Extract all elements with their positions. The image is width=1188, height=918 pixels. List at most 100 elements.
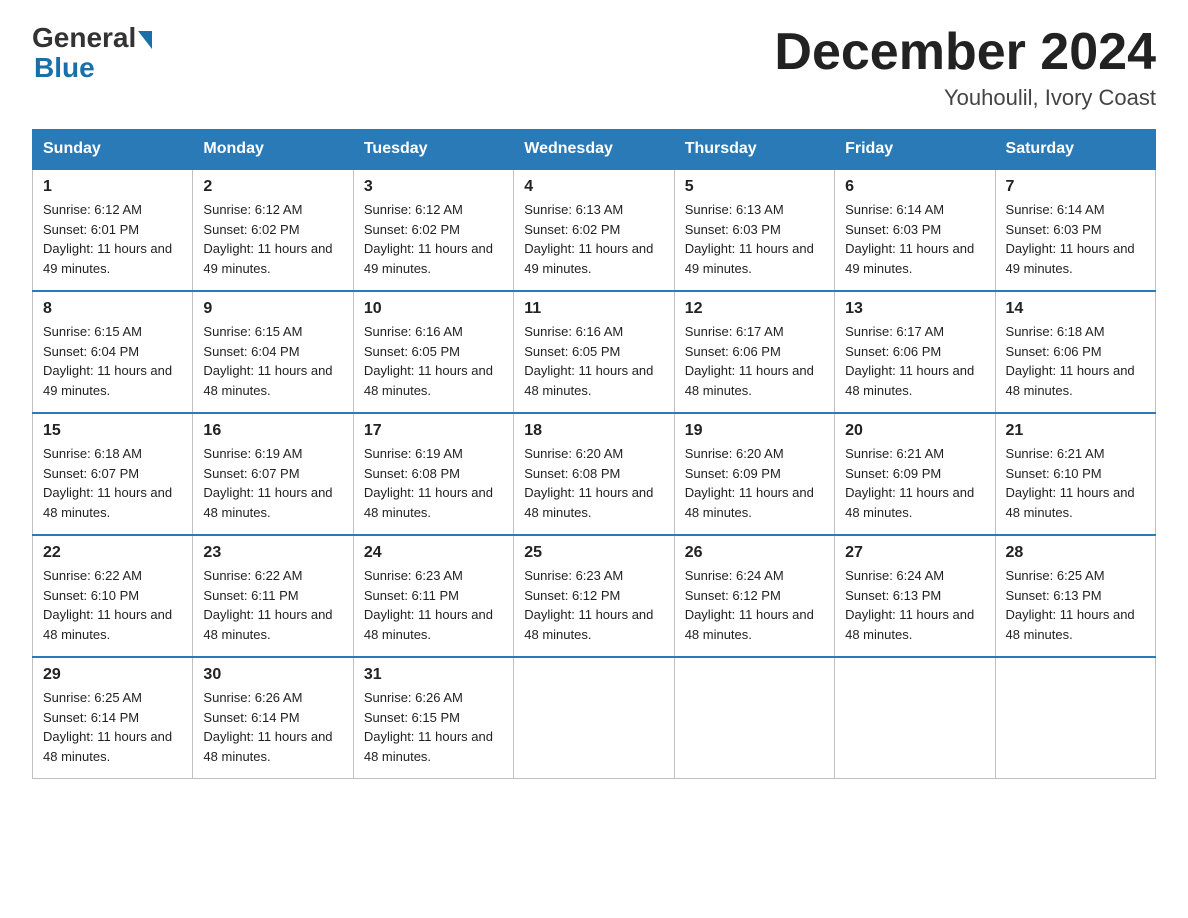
day-info: Sunrise: 6:20 AMSunset: 6:09 PMDaylight:… [685, 444, 824, 522]
day-number: 17 [364, 422, 503, 440]
location-text: Youhoulil, Ivory Coast [774, 85, 1156, 111]
day-number: 18 [524, 422, 663, 440]
day-info: Sunrise: 6:24 AMSunset: 6:13 PMDaylight:… [845, 566, 984, 644]
calendar-cell: 1Sunrise: 6:12 AMSunset: 6:01 PMDaylight… [33, 169, 193, 291]
calendar-cell [674, 657, 834, 779]
day-info: Sunrise: 6:16 AMSunset: 6:05 PMDaylight:… [524, 322, 663, 400]
calendar-cell: 30Sunrise: 6:26 AMSunset: 6:14 PMDayligh… [193, 657, 353, 779]
day-number: 13 [845, 300, 984, 318]
logo: General Blue [32, 24, 154, 84]
calendar-cell: 10 Sunrise: 6:16 AMSunset: 6:05 PMDayligh… [353, 291, 513, 413]
calendar-cell: 27 Sunrise: 6:24 AMSunset: 6:13 PMDayligh… [835, 535, 995, 657]
calendar-header: SundayMondayTuesdayWednesdayThursdayFrid… [33, 130, 1156, 170]
calendar-cell: 5 Sunrise: 6:13 AMSunset: 6:03 PMDaylight… [674, 169, 834, 291]
calendar-cell: 11 Sunrise: 6:16 AMSunset: 6:05 PMDayligh… [514, 291, 674, 413]
logo-general-text: General [32, 24, 136, 52]
day-info: Sunrise: 6:19 AMSunset: 6:08 PMDaylight:… [364, 444, 503, 522]
calendar-table: SundayMondayTuesdayWednesdayThursdayFrid… [32, 129, 1156, 779]
calendar-cell: 26 Sunrise: 6:24 AMSunset: 6:12 PMDayligh… [674, 535, 834, 657]
calendar-cell: 15 Sunrise: 6:18 AMSunset: 6:07 PMDayligh… [33, 413, 193, 535]
header-cell-monday: Monday [193, 130, 353, 170]
calendar-cell [514, 657, 674, 779]
calendar-cell: 31 Sunrise: 6:26 AMSunset: 6:15 PMDayligh… [353, 657, 513, 779]
header-cell-sunday: Sunday [33, 130, 193, 170]
calendar-body: 1Sunrise: 6:12 AMSunset: 6:01 PMDaylight… [33, 169, 1156, 779]
day-number: 27 [845, 544, 984, 562]
calendar-cell: 3 Sunrise: 6:12 AMSunset: 6:02 PMDaylight… [353, 169, 513, 291]
calendar-cell: 9 Sunrise: 6:15 AMSunset: 6:04 PMDaylight… [193, 291, 353, 413]
day-info: Sunrise: 6:19 AMSunset: 6:07 PMDaylight:… [203, 444, 342, 522]
day-number: 23 [203, 544, 342, 562]
day-info: Sunrise: 6:14 AMSunset: 6:03 PMDaylight:… [1006, 200, 1145, 278]
calendar-cell: 13Sunrise: 6:17 AMSunset: 6:06 PMDayligh… [835, 291, 995, 413]
day-info: Sunrise: 6:22 AMSunset: 6:10 PMDaylight:… [43, 566, 182, 644]
calendar-cell: 18Sunrise: 6:20 AMSunset: 6:08 PMDayligh… [514, 413, 674, 535]
day-number: 19 [685, 422, 824, 440]
day-info: Sunrise: 6:15 AMSunset: 6:04 PMDaylight:… [43, 322, 182, 400]
day-info: Sunrise: 6:17 AMSunset: 6:06 PMDaylight:… [685, 322, 824, 400]
day-info: Sunrise: 6:21 AMSunset: 6:09 PMDaylight:… [845, 444, 984, 522]
day-number: 11 [524, 300, 663, 318]
day-info: Sunrise: 6:18 AMSunset: 6:06 PMDaylight:… [1006, 322, 1145, 400]
header-cell-saturday: Saturday [995, 130, 1155, 170]
day-number: 30 [203, 666, 342, 684]
day-info: Sunrise: 6:26 AMSunset: 6:15 PMDaylight:… [364, 688, 503, 766]
title-section: December 2024 Youhoulil, Ivory Coast [774, 24, 1156, 111]
day-info: Sunrise: 6:15 AMSunset: 6:04 PMDaylight:… [203, 322, 342, 400]
day-info: Sunrise: 6:12 AMSunset: 6:02 PMDaylight:… [203, 200, 342, 278]
day-info: Sunrise: 6:18 AMSunset: 6:07 PMDaylight:… [43, 444, 182, 522]
day-number: 10 [364, 300, 503, 318]
calendar-cell: 24 Sunrise: 6:23 AMSunset: 6:11 PMDayligh… [353, 535, 513, 657]
week-row-1: 1Sunrise: 6:12 AMSunset: 6:01 PMDaylight… [33, 169, 1156, 291]
day-info: Sunrise: 6:16 AMSunset: 6:05 PMDaylight:… [364, 322, 503, 400]
day-number: 24 [364, 544, 503, 562]
day-number: 5 [685, 178, 824, 196]
day-number: 14 [1006, 300, 1145, 318]
calendar-cell: 7 Sunrise: 6:14 AMSunset: 6:03 PMDaylight… [995, 169, 1155, 291]
calendar-cell: 4Sunrise: 6:13 AMSunset: 6:02 PMDaylight… [514, 169, 674, 291]
day-number: 7 [1006, 178, 1145, 196]
day-info: Sunrise: 6:24 AMSunset: 6:12 PMDaylight:… [685, 566, 824, 644]
day-number: 20 [845, 422, 984, 440]
calendar-cell: 21Sunrise: 6:21 AMSunset: 6:10 PMDayligh… [995, 413, 1155, 535]
day-info: Sunrise: 6:21 AMSunset: 6:10 PMDaylight:… [1006, 444, 1145, 522]
day-number: 25 [524, 544, 663, 562]
calendar-cell: 14 Sunrise: 6:18 AMSunset: 6:06 PMDayligh… [995, 291, 1155, 413]
calendar-cell [995, 657, 1155, 779]
calendar-cell: 29 Sunrise: 6:25 AMSunset: 6:14 PMDayligh… [33, 657, 193, 779]
day-info: Sunrise: 6:13 AMSunset: 6:02 PMDaylight:… [524, 200, 663, 278]
day-number: 1 [43, 178, 182, 196]
day-number: 6 [845, 178, 984, 196]
day-number: 15 [43, 422, 182, 440]
day-number: 9 [203, 300, 342, 318]
day-number: 16 [203, 422, 342, 440]
header-cell-friday: Friday [835, 130, 995, 170]
week-row-5: 29 Sunrise: 6:25 AMSunset: 6:14 PMDayligh… [33, 657, 1156, 779]
day-info: Sunrise: 6:25 AMSunset: 6:13 PMDaylight:… [1006, 566, 1145, 644]
calendar-cell: 8 Sunrise: 6:15 AMSunset: 6:04 PMDaylight… [33, 291, 193, 413]
day-info: Sunrise: 6:13 AMSunset: 6:03 PMDaylight:… [685, 200, 824, 278]
calendar-cell: 19 Sunrise: 6:20 AMSunset: 6:09 PMDayligh… [674, 413, 834, 535]
day-number: 22 [43, 544, 182, 562]
calendar-cell: 16 Sunrise: 6:19 AMSunset: 6:07 PMDayligh… [193, 413, 353, 535]
day-number: 31 [364, 666, 503, 684]
day-info: Sunrise: 6:23 AMSunset: 6:12 PMDaylight:… [524, 566, 663, 644]
day-number: 29 [43, 666, 182, 684]
day-number: 26 [685, 544, 824, 562]
day-number: 8 [43, 300, 182, 318]
logo-blue-text: Blue [34, 52, 95, 84]
day-info: Sunrise: 6:12 AMSunset: 6:02 PMDaylight:… [364, 200, 503, 278]
calendar-cell: 17 Sunrise: 6:19 AMSunset: 6:08 PMDayligh… [353, 413, 513, 535]
header-cell-wednesday: Wednesday [514, 130, 674, 170]
month-title: December 2024 [774, 24, 1156, 81]
day-info: Sunrise: 6:23 AMSunset: 6:11 PMDaylight:… [364, 566, 503, 644]
day-number: 28 [1006, 544, 1145, 562]
calendar-cell: 20 Sunrise: 6:21 AMSunset: 6:09 PMDayligh… [835, 413, 995, 535]
header-cell-thursday: Thursday [674, 130, 834, 170]
calendar-cell: 12Sunrise: 6:17 AMSunset: 6:06 PMDayligh… [674, 291, 834, 413]
day-info: Sunrise: 6:22 AMSunset: 6:11 PMDaylight:… [203, 566, 342, 644]
week-row-3: 15 Sunrise: 6:18 AMSunset: 6:07 PMDayligh… [33, 413, 1156, 535]
day-info: Sunrise: 6:25 AMSunset: 6:14 PMDaylight:… [43, 688, 182, 766]
day-number: 3 [364, 178, 503, 196]
calendar-cell: 25 Sunrise: 6:23 AMSunset: 6:12 PMDayligh… [514, 535, 674, 657]
